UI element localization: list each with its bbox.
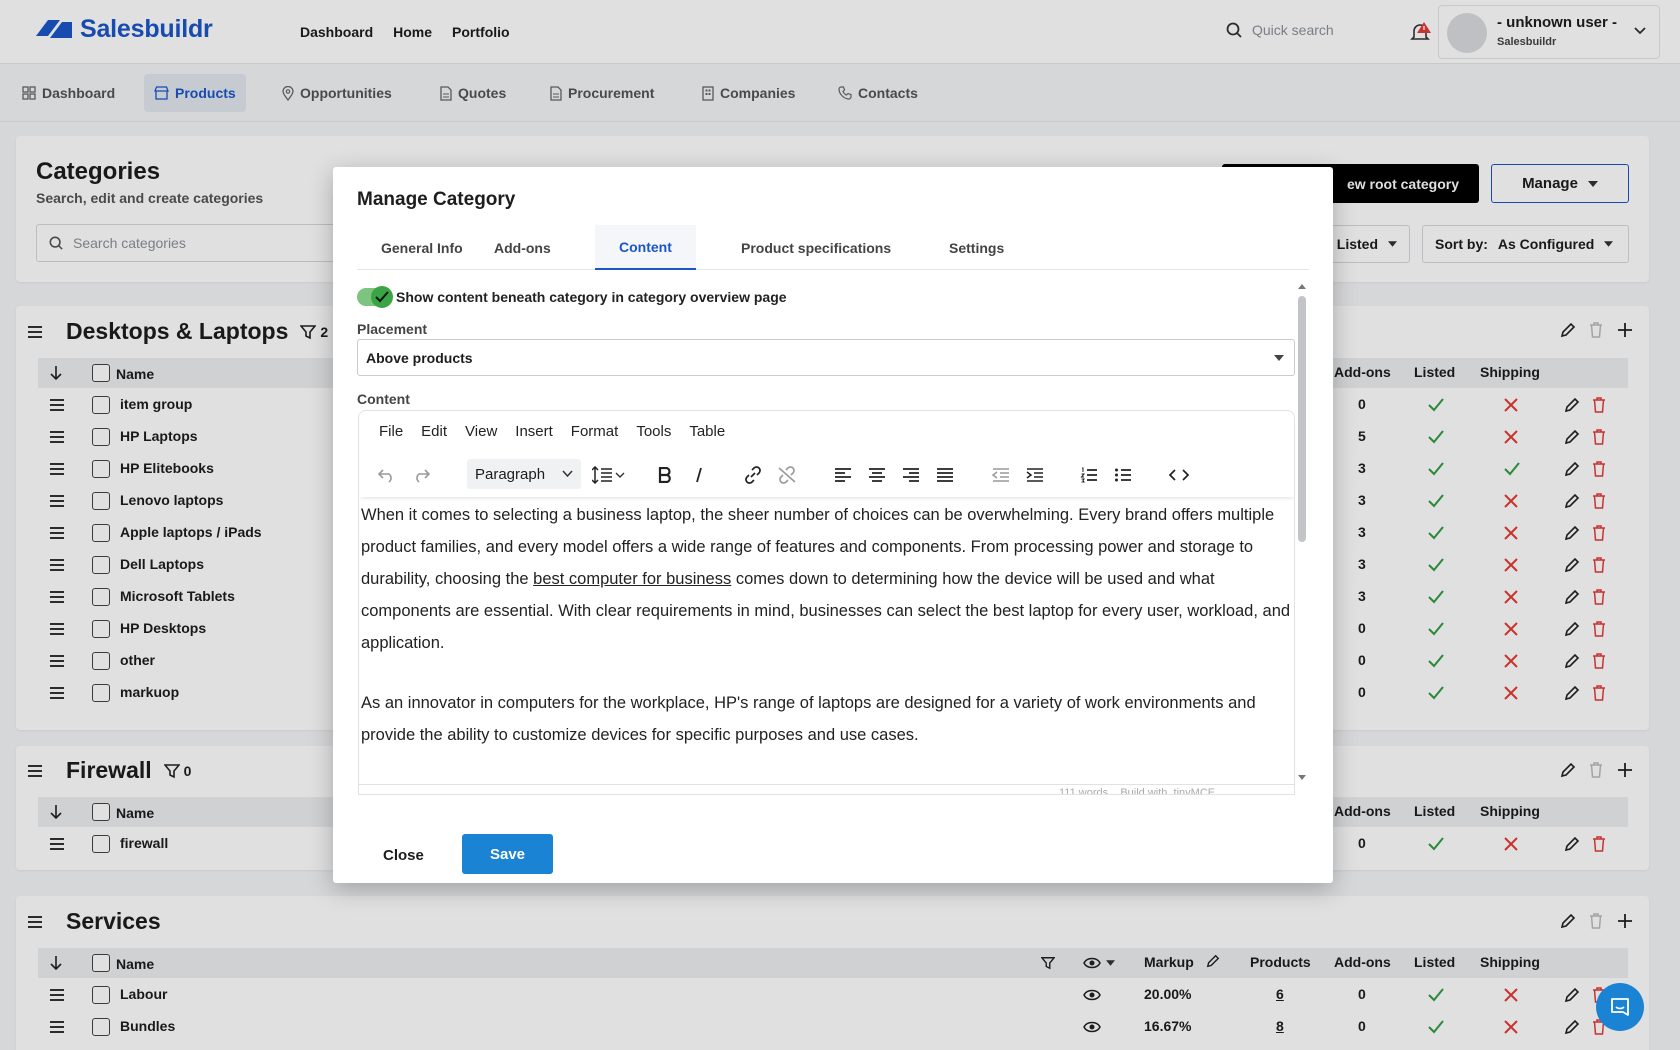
align-center-button[interactable] (865, 463, 889, 487)
unlink-icon (778, 466, 796, 484)
insert-link-button[interactable] (741, 463, 765, 487)
editor-content[interactable]: When it comes to selecting a business la… (361, 499, 1291, 779)
menu-file[interactable]: File (379, 423, 403, 440)
rich-text-editor: File Edit View Insert Format Tools Table… (358, 410, 1295, 795)
menu-tools[interactable]: Tools (636, 423, 671, 440)
source-code-button[interactable] (1167, 463, 1191, 487)
scroll-down-arrow-icon[interactable] (1297, 774, 1307, 782)
menu-view[interactable]: View (465, 423, 497, 440)
bullet-list-icon (1115, 468, 1131, 482)
show-content-toggle[interactable] (357, 286, 393, 308)
modal-tabs: General Info Add-ons Content Product spe… (357, 225, 1309, 270)
align-center-icon (869, 468, 885, 482)
inline-link[interactable]: best computer for business (533, 570, 731, 588)
italic-icon (696, 467, 702, 483)
indent-icon (1026, 468, 1043, 482)
word-count: 111 words Build with tinyMCE (1059, 787, 1216, 795)
modal-scrollbar[interactable] (1297, 282, 1307, 782)
outdent-icon (992, 468, 1009, 482)
align-justify-button[interactable] (933, 463, 957, 487)
close-button[interactable]: Close (383, 847, 424, 864)
redo-button[interactable] (409, 463, 433, 487)
editor-menubar: File Edit View Insert Format Tools Table (379, 423, 725, 440)
indent-button[interactable] (1023, 463, 1047, 487)
editor-paragraph: When it comes to selecting a business la… (361, 499, 1291, 659)
code-icon (1169, 469, 1189, 481)
outdent-button[interactable] (989, 463, 1013, 487)
align-justify-icon (937, 468, 953, 482)
menu-table[interactable]: Table (689, 423, 725, 440)
undo-button[interactable] (375, 463, 399, 487)
bullet-list-button[interactable] (1111, 463, 1135, 487)
modal-title: Manage Category (357, 189, 516, 210)
tab-settings[interactable]: Settings (925, 225, 1028, 270)
editor-statusbar: 111 words Build with tinyMCE (359, 784, 1294, 795)
numbered-list-button[interactable] (1077, 463, 1101, 487)
placement-value: Above products (366, 349, 473, 366)
link-icon (745, 466, 761, 484)
block-format-value: Paragraph (475, 465, 546, 483)
numbered-list-icon (1080, 467, 1097, 483)
toggle-knob (371, 286, 393, 308)
placement-select[interactable]: Above products (357, 339, 1295, 376)
tab-add-ons[interactable]: Add-ons (470, 225, 575, 270)
bold-button[interactable] (653, 463, 677, 487)
chat-icon (1611, 998, 1629, 1016)
italic-button[interactable] (687, 463, 711, 487)
manage-category-modal: Manage Category General Info Add-ons Con… (333, 167, 1333, 883)
line-height-button[interactable] (591, 463, 627, 487)
chat-launcher-button[interactable] (1596, 983, 1644, 1031)
tab-product-specifications[interactable]: Product specifications (717, 225, 915, 270)
scrollbar-thumb[interactable] (1298, 296, 1306, 542)
chevron-down-icon (562, 470, 573, 477)
redo-icon (416, 469, 430, 483)
editor-paragraph: As an innovator in computers for the wor… (361, 694, 1256, 744)
align-right-icon (903, 468, 919, 482)
align-left-icon (835, 468, 851, 482)
tab-content[interactable]: Content (595, 225, 696, 270)
menu-insert[interactable]: Insert (515, 423, 553, 440)
scroll-up-arrow-icon[interactable] (1297, 282, 1307, 290)
bold-icon (658, 467, 671, 483)
line-height-icon (592, 466, 625, 484)
save-button[interactable]: Save (462, 834, 553, 874)
align-right-button[interactable] (899, 463, 923, 487)
unlink-button[interactable] (775, 463, 799, 487)
placement-label: Placement (357, 321, 428, 337)
editor-toolbar: Paragraph (359, 453, 1294, 497)
check-icon (375, 291, 389, 303)
show-content-label: Show content beneath category in categor… (396, 289, 787, 305)
caret-down-icon (1274, 355, 1284, 361)
undo-icon (378, 469, 392, 483)
menu-format[interactable]: Format (571, 423, 619, 440)
align-left-button[interactable] (831, 463, 855, 487)
content-label: Content (357, 391, 410, 407)
menu-edit[interactable]: Edit (421, 423, 447, 440)
block-format-select[interactable]: Paragraph (467, 459, 581, 489)
tab-general-info[interactable]: General Info (357, 225, 487, 270)
